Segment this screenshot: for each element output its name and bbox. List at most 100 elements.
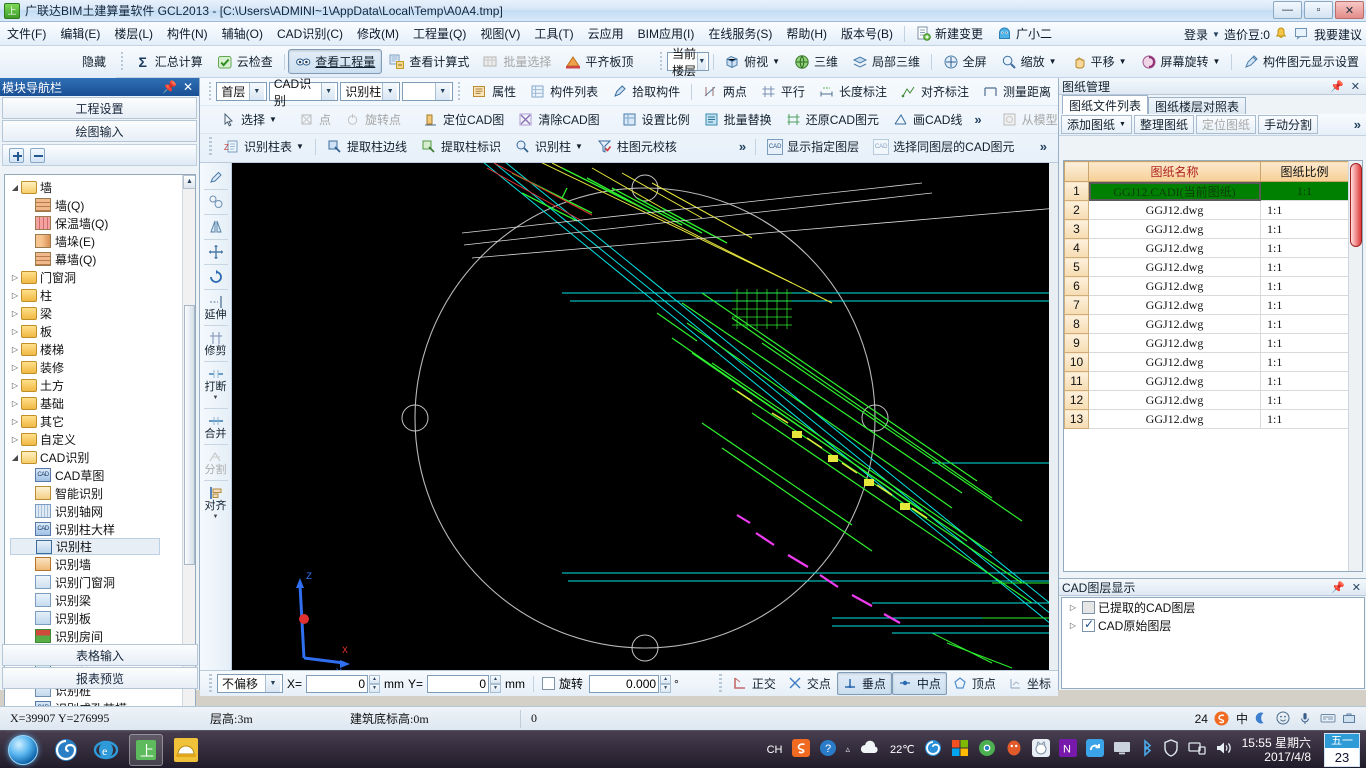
tray-bluetooth-icon[interactable]: [1140, 739, 1154, 760]
tree-item-decoration[interactable]: ▷ 装修: [9, 358, 195, 376]
snap-ortho-button[interactable]: 正交: [727, 672, 782, 695]
canvas-vertical-scrollbar[interactable]: [1049, 163, 1058, 670]
two-point-button[interactable]: 两点: [696, 79, 754, 104]
drawing-scale[interactable]: 1:1: [1260, 333, 1349, 353]
taskbar-ie-icon[interactable]: e: [86, 732, 126, 768]
menu-member[interactable]: 构件(N): [160, 22, 215, 45]
collapse-arrow-icon[interactable]: ▷: [9, 343, 21, 355]
tray-display-icon[interactable]: [1113, 740, 1131, 759]
table-row[interactable]: 10 GGJ12.dwg 1:1: [1064, 352, 1349, 372]
keyboard-icon[interactable]: [1320, 711, 1336, 727]
drawing-scale[interactable]: 1:1: [1260, 200, 1349, 220]
scrollbar-thumb[interactable]: [1350, 163, 1362, 247]
drawing-name[interactable]: GGJ12.dwg: [1088, 276, 1261, 296]
tree-item-recognize-column[interactable]: 识别柱: [10, 538, 160, 555]
drawing-name[interactable]: GGJ12.dwg: [1088, 371, 1261, 391]
drawing-file-grid[interactable]: 图纸名称 图纸比例 1 GGJ12.CADI(当前图纸) 1:1 2 GGJ12…: [1063, 160, 1363, 572]
tray-safe-icon[interactable]: [1163, 739, 1179, 760]
clear-cad-button[interactable]: 清除CAD图: [511, 107, 606, 132]
x-spinner[interactable]: ▲ ▼: [369, 674, 381, 693]
spin-down-icon[interactable]: ▼: [490, 683, 502, 693]
tray-expand-icon[interactable]: ▵: [846, 744, 851, 755]
rotate-point-button[interactable]: 旋转点: [338, 107, 408, 132]
split-tool[interactable]: 分割: [202, 447, 230, 478]
menu-modify[interactable]: 修改(M): [350, 22, 406, 45]
table-row[interactable]: 2 GGJ12.dwg 1:1: [1064, 200, 1349, 220]
table-row[interactable]: 12 GGJ12.dwg 1:1: [1064, 390, 1349, 410]
chevron-down-icon[interactable]: ▼: [772, 57, 780, 66]
restore-cad-button[interactable]: 还原CAD图元: [779, 107, 886, 132]
menu-file[interactable]: 文件(F): [0, 22, 53, 45]
table-row[interactable]: 4 GGJ12.dwg 1:1: [1064, 238, 1349, 258]
screen-rotate-button[interactable]: 屏幕旋转 ▼: [1134, 49, 1228, 74]
menu-version[interactable]: 版本号(B): [834, 22, 900, 45]
tray-cat-icon[interactable]: [1031, 739, 1050, 760]
extend-tool[interactable]: 延伸: [202, 292, 230, 323]
category-combo[interactable]: CAD识别 ▼: [268, 77, 339, 108]
trim-tool[interactable]: 修剪: [202, 328, 230, 359]
top-view-button[interactable]: 俯视 ▼: [717, 49, 787, 74]
drawing-name[interactable]: GGJ12.dwg: [1088, 409, 1261, 429]
menu-edit[interactable]: 编辑(E): [53, 22, 107, 45]
tray-sync-icon[interactable]: [1085, 739, 1104, 760]
layer-item-extracted[interactable]: ▷ 已提取的CAD图层: [1062, 598, 1364, 616]
smiley-icon[interactable]: [1276, 711, 1292, 727]
drawing-name[interactable]: GGJ12.dwg: [1088, 352, 1261, 372]
bell-icon[interactable]: [1274, 26, 1290, 42]
drawing-name[interactable]: GGJ12.dwg: [1088, 238, 1261, 258]
mirror-tool[interactable]: [202, 217, 230, 237]
drawing-name[interactable]: GGJ12.dwg: [1088, 257, 1261, 277]
menu-quantity[interactable]: 工程量(Q): [406, 22, 473, 45]
chevron-down-icon[interactable]: ▼: [265, 675, 280, 692]
member-combo[interactable]: ▼: [402, 82, 453, 101]
table-row[interactable]: 5 GGJ12.dwg 1:1: [1064, 257, 1349, 277]
drawing-name[interactable]: GGJ12.dwg: [1088, 200, 1261, 220]
scroll-up-arrow-icon[interactable]: ▲: [183, 175, 195, 189]
locate-drawing-button[interactable]: 定位图纸: [1195, 115, 1256, 134]
tray-microsoft-icon[interactable]: [951, 739, 969, 760]
collapse-arrow-icon[interactable]: ▷: [9, 289, 21, 301]
drawing-scale[interactable]: 1:1: [1260, 390, 1349, 410]
maximize-button[interactable]: ▫: [1304, 1, 1333, 19]
view-quantity-button[interactable]: 查看工程量: [288, 49, 383, 74]
drawing-scale[interactable]: 1:1: [1260, 352, 1349, 372]
moon-icon[interactable]: [1254, 711, 1270, 727]
spin-up-icon[interactable]: ▲: [369, 674, 381, 684]
chevron-down-icon[interactable]: ▼: [1119, 57, 1127, 66]
snap-coordinate-button[interactable]: 坐标: [1002, 672, 1057, 695]
tree-item-cad-recognition-folder[interactable]: ◢ CAD识别: [9, 448, 195, 466]
toolbox-icon[interactable]: [1342, 711, 1358, 727]
manual-split-button[interactable]: 手动分割: [1257, 115, 1318, 134]
menu-cloud[interactable]: 云应用: [581, 22, 631, 45]
collapse-arrow-icon[interactable]: ▷: [9, 379, 21, 391]
tray-help-icon[interactable]: ?: [819, 739, 837, 760]
member-list-button[interactable]: 构件列表: [523, 79, 605, 104]
3d-view-button[interactable]: 三维: [787, 49, 845, 74]
start-button[interactable]: [0, 732, 46, 768]
pin-icon[interactable]: 📌: [162, 80, 177, 94]
tree-item-wall[interactable]: 墙(Q): [9, 196, 195, 214]
parallel-button[interactable]: 平行: [754, 79, 812, 104]
x-offset-input[interactable]: 0: [306, 674, 369, 693]
row-grip[interactable]: [209, 136, 212, 157]
chevron-down-icon[interactable]: ▼: [296, 142, 304, 151]
recognize-column-table-button[interactable]: Z 识别柱表 ▼: [217, 134, 311, 159]
grid-scrollbar[interactable]: [1348, 161, 1362, 571]
menu-tools[interactable]: 工具(T): [527, 22, 580, 45]
tab-drawing-file-list[interactable]: 图纸文件列表: [1062, 95, 1149, 114]
element-display-settings-button[interactable]: 构件图元显示设置: [1236, 49, 1366, 74]
table-row[interactable]: 13 GGJ12.dwg 1:1: [1064, 409, 1349, 429]
tab-drawing-floor-table[interactable]: 图纸楼层对照表: [1148, 97, 1247, 114]
spin-down-icon[interactable]: ▼: [660, 683, 672, 693]
tray-volume-icon[interactable]: [1215, 740, 1233, 759]
zoom-button[interactable]: 缩放 ▼: [994, 49, 1064, 74]
taskbar-gcl-icon[interactable]: 上: [126, 732, 166, 768]
microphone-icon[interactable]: [1298, 711, 1314, 727]
menu-cad-recognize[interactable]: CAD识别(C): [270, 22, 350, 45]
tree-item-door-window[interactable]: ▷ 门窗洞: [9, 268, 195, 286]
minimize-button[interactable]: —: [1273, 1, 1302, 19]
align-dimension-button[interactable]: 对齐标注: [894, 79, 976, 104]
rotate-tool[interactable]: [202, 267, 230, 287]
collapse-arrow-icon[interactable]: ▷: [9, 433, 21, 445]
drawing-toolbar-overflow[interactable]: »: [1349, 117, 1366, 132]
